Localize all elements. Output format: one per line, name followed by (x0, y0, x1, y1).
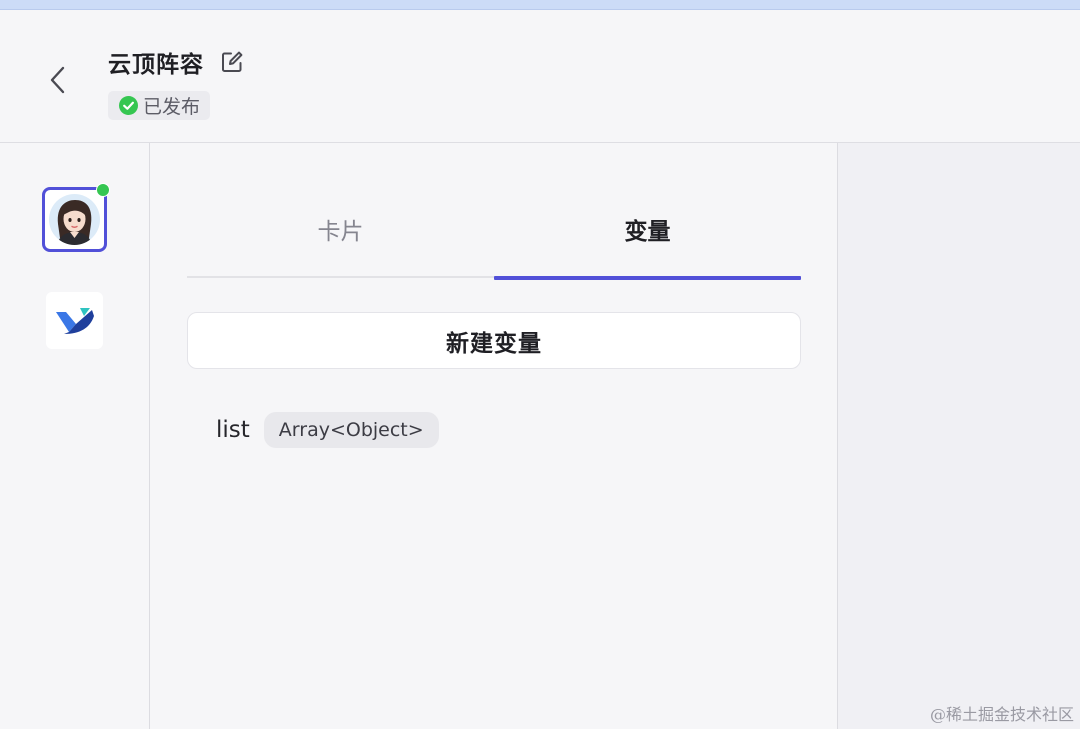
app-logo-icon (55, 307, 94, 334)
check-circle-icon (119, 96, 138, 115)
new-variable-button[interactable]: 新建变量 (187, 312, 801, 369)
back-button[interactable] (40, 60, 76, 100)
online-status-dot (96, 183, 110, 197)
window-top-strip (0, 0, 1080, 10)
title-row: 云顶阵容 (108, 46, 246, 78)
tab-bar: 卡片 变量 (187, 193, 801, 280)
preview-pane (838, 143, 1080, 729)
watermark: @稀土掘金技术社区 (929, 705, 1074, 724)
edit-title-button[interactable] (218, 48, 246, 76)
status-label: 已发布 (143, 96, 201, 118)
header: 云顶阵容 已发布 (0, 10, 1080, 143)
sidebar (0, 143, 150, 729)
variable-name: list (216, 417, 250, 443)
chevron-left-icon (50, 66, 65, 94)
variable-item[interactable]: list Array<Object> (216, 411, 439, 449)
sidebar-item-app[interactable] (46, 292, 103, 349)
status-badge: 已发布 (108, 91, 211, 120)
editor-panel: 卡片 变量 新建变量 list Array<Object> (150, 143, 838, 729)
avatar (49, 194, 100, 245)
sidebar-item-avatar[interactable] (42, 187, 107, 252)
variable-type-badge: Array<Object> (263, 412, 439, 448)
tab-cards[interactable]: 卡片 (187, 193, 494, 278)
page-title: 云顶阵容 (108, 52, 204, 78)
avatar-illustration (49, 194, 100, 245)
tab-variables[interactable]: 变量 (494, 193, 801, 280)
edit-icon (222, 51, 243, 72)
